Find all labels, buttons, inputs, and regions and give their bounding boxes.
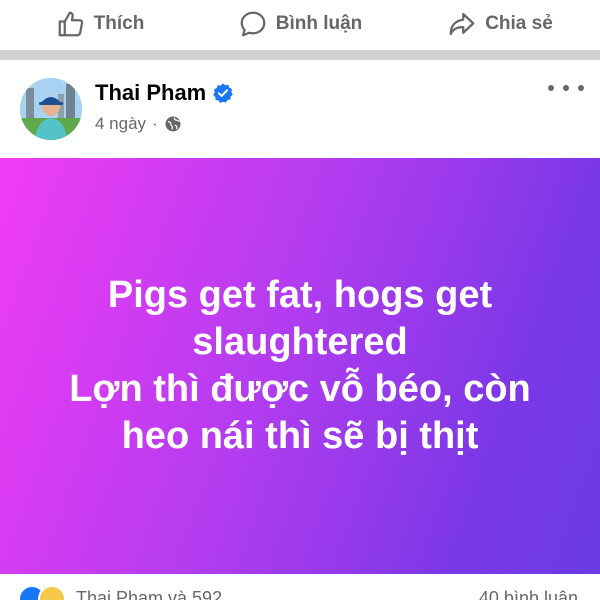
thumbs-up-icon xyxy=(58,11,83,37)
author-name[interactable]: Thai Pham xyxy=(95,80,206,106)
dot-icon xyxy=(578,85,584,91)
share-button[interactable]: Chia sẻ xyxy=(400,9,600,39)
care-reaction-icon xyxy=(38,585,66,600)
avatar-photo xyxy=(20,78,82,140)
feed-separator xyxy=(0,50,600,60)
comment-icon xyxy=(240,11,266,37)
like-label: Thích xyxy=(93,13,145,34)
post-content[interactable]: Pigs get fat, hogs get slaughtered Lợn t… xyxy=(0,158,600,574)
dot-icon xyxy=(563,85,569,91)
share-label: Chia sẻ xyxy=(485,13,553,34)
action-bar: Thích Bình luận Chia sẻ xyxy=(0,0,600,48)
post-meta: 4 ngày · xyxy=(95,114,182,134)
like-button[interactable]: Thích xyxy=(0,9,200,39)
more-options-button[interactable] xyxy=(548,78,584,98)
post-text-line: heo nái thì sẽ bị thịt xyxy=(121,415,479,457)
globe-icon xyxy=(165,116,181,132)
post-text-line: Pigs get fat, hogs get xyxy=(107,274,493,316)
meta-dot: · xyxy=(152,114,158,133)
dot-icon xyxy=(548,85,554,91)
post-time[interactable]: 4 ngày xyxy=(95,114,146,134)
comment-label: Bình luận xyxy=(275,13,363,34)
reactions-bar: Thai Pham và 592 40 bình luận xyxy=(0,574,600,600)
author-row: Thai Pham xyxy=(95,80,234,106)
avatar[interactable] xyxy=(20,78,82,140)
share-icon xyxy=(449,12,475,36)
comments-count[interactable]: 40 bình luận xyxy=(479,588,578,600)
comment-button[interactable]: Bình luận xyxy=(200,9,400,39)
post-header: Thai Pham 4 ngày · xyxy=(0,60,600,158)
post-text-line: slaughtered xyxy=(192,321,408,363)
reactions-summary[interactable]: Thai Pham và 592 xyxy=(76,588,222,600)
reaction-icons[interactable] xyxy=(18,585,66,600)
verified-badge-icon xyxy=(213,83,234,103)
post-text-line: Lợn thì được vỗ béo, còn xyxy=(69,368,531,410)
